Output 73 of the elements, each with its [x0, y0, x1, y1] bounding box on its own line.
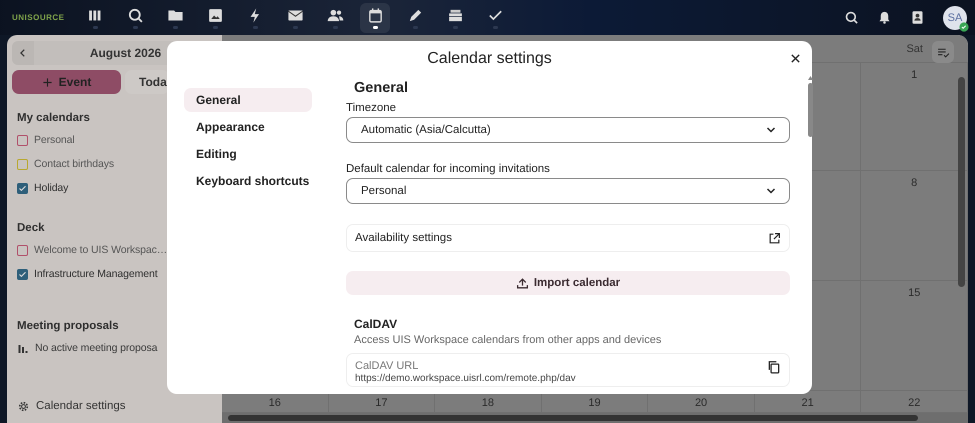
select-field[interactable]: Personal — [346, 178, 790, 204]
scrollbar-thumb[interactable] — [808, 83, 812, 137]
calendar-name[interactable]: Holiday — [34, 182, 68, 194]
section-description: Access UIS Workspace calendars from other apps and devices — [354, 334, 662, 346]
horizontal-scrollbar[interactable] — [228, 415, 918, 421]
user-avatar[interactable]: SA — [943, 6, 967, 30]
day-number: 19 — [588, 397, 601, 409]
copy-icon[interactable] — [767, 360, 781, 374]
availability-settings-link[interactable]: Availability settings — [346, 224, 790, 252]
calendar-icon — [366, 6, 384, 24]
upload-icon — [516, 276, 529, 290]
day-number: 16 — [268, 397, 281, 409]
import-calendar-button[interactable]: Import calendar — [346, 271, 790, 295]
calendar-name[interactable]: Contact birthdays — [34, 158, 114, 170]
field-label: Default calendar for incoming invitations — [346, 163, 551, 175]
plus-icon — [42, 76, 53, 88]
select-value: Automatic (Asia/Calcutta) — [361, 124, 491, 136]
logo: UNISOURCE — [12, 13, 66, 22]
checkmark-icon — [18, 270, 27, 278]
calendar-name[interactable]: Personal — [34, 134, 75, 146]
day-number: 8 — [911, 177, 918, 189]
checkmark-icon — [18, 184, 27, 192]
today-button[interactable]: Toda — [125, 70, 169, 94]
bell-icon[interactable] — [877, 10, 892, 25]
day-number: 1 — [911, 69, 918, 81]
calendar-name[interactable]: Welcome to UIS Workspac… — [34, 244, 168, 256]
day-number: 18 — [482, 397, 494, 409]
external-link-icon — [768, 232, 781, 244]
day-number: 20 — [694, 397, 708, 409]
weekday-header: Sat — [906, 42, 923, 55]
day-number: 15 — [908, 287, 920, 299]
field-label: CalDAV URL — [355, 360, 420, 372]
search-icon — [126, 6, 144, 24]
field-label: Timezone — [346, 102, 398, 114]
settings-tab[interactable]: Editing — [184, 142, 312, 166]
close-icon — [790, 52, 800, 64]
day-number: 17 — [375, 397, 388, 409]
day-number: 21 — [802, 397, 814, 409]
calendar-checkbox[interactable] — [17, 268, 28, 280]
contact-card-icon[interactable] — [910, 10, 925, 25]
calendar-checkbox[interactable] — [17, 182, 28, 194]
select-value: Personal — [361, 185, 406, 197]
search-icon[interactable] — [844, 10, 859, 25]
calendar-settings-link[interactable]: Calendar settings — [12, 393, 217, 419]
month-title: August 2026 — [88, 46, 162, 60]
status-check-icon — [959, 22, 969, 32]
section-heading: My calendars — [17, 112, 91, 124]
image-icon — [206, 6, 224, 24]
task-list-toggle[interactable] — [932, 41, 954, 63]
section-heading: Meeting proposals — [17, 320, 120, 332]
calendar-app-button[interactable] — [360, 2, 390, 32]
calendar-checkbox[interactable] — [17, 134, 28, 146]
link-label: Availability settings — [355, 232, 452, 244]
section-heading: CalDAV — [354, 317, 398, 331]
dialog-title: Calendar settings — [427, 49, 552, 68]
vertical-scrollbar[interactable] — [958, 77, 965, 287]
bar-chart-icon — [17, 342, 29, 354]
section-heading: General — [354, 80, 409, 96]
settings-icon — [17, 400, 30, 412]
calendar-name[interactable]: Infrastructure Management — [34, 268, 158, 280]
calendar-checkbox[interactable] — [17, 244, 28, 256]
settings-tab[interactable]: Keyboard shortcuts — [184, 169, 312, 193]
list-check-icon — [936, 46, 950, 58]
calendar-checkbox[interactable] — [17, 158, 28, 170]
settings-tab[interactable]: Appearance — [184, 115, 312, 139]
scroll-up-icon[interactable] — [806, 75, 814, 81]
section-heading: Deck — [17, 222, 46, 234]
empty-message: No active meeting proposa — [35, 342, 158, 354]
avatar-initials: SA — [948, 12, 962, 24]
settings-tab[interactable]: General — [184, 88, 312, 112]
url-value: https://demo.workspace.uisrl.com/remote.php/dav — [355, 373, 576, 384]
day-number: 22 — [908, 397, 920, 409]
select-field[interactable]: Automatic (Asia/Calcutta) — [346, 117, 790, 143]
